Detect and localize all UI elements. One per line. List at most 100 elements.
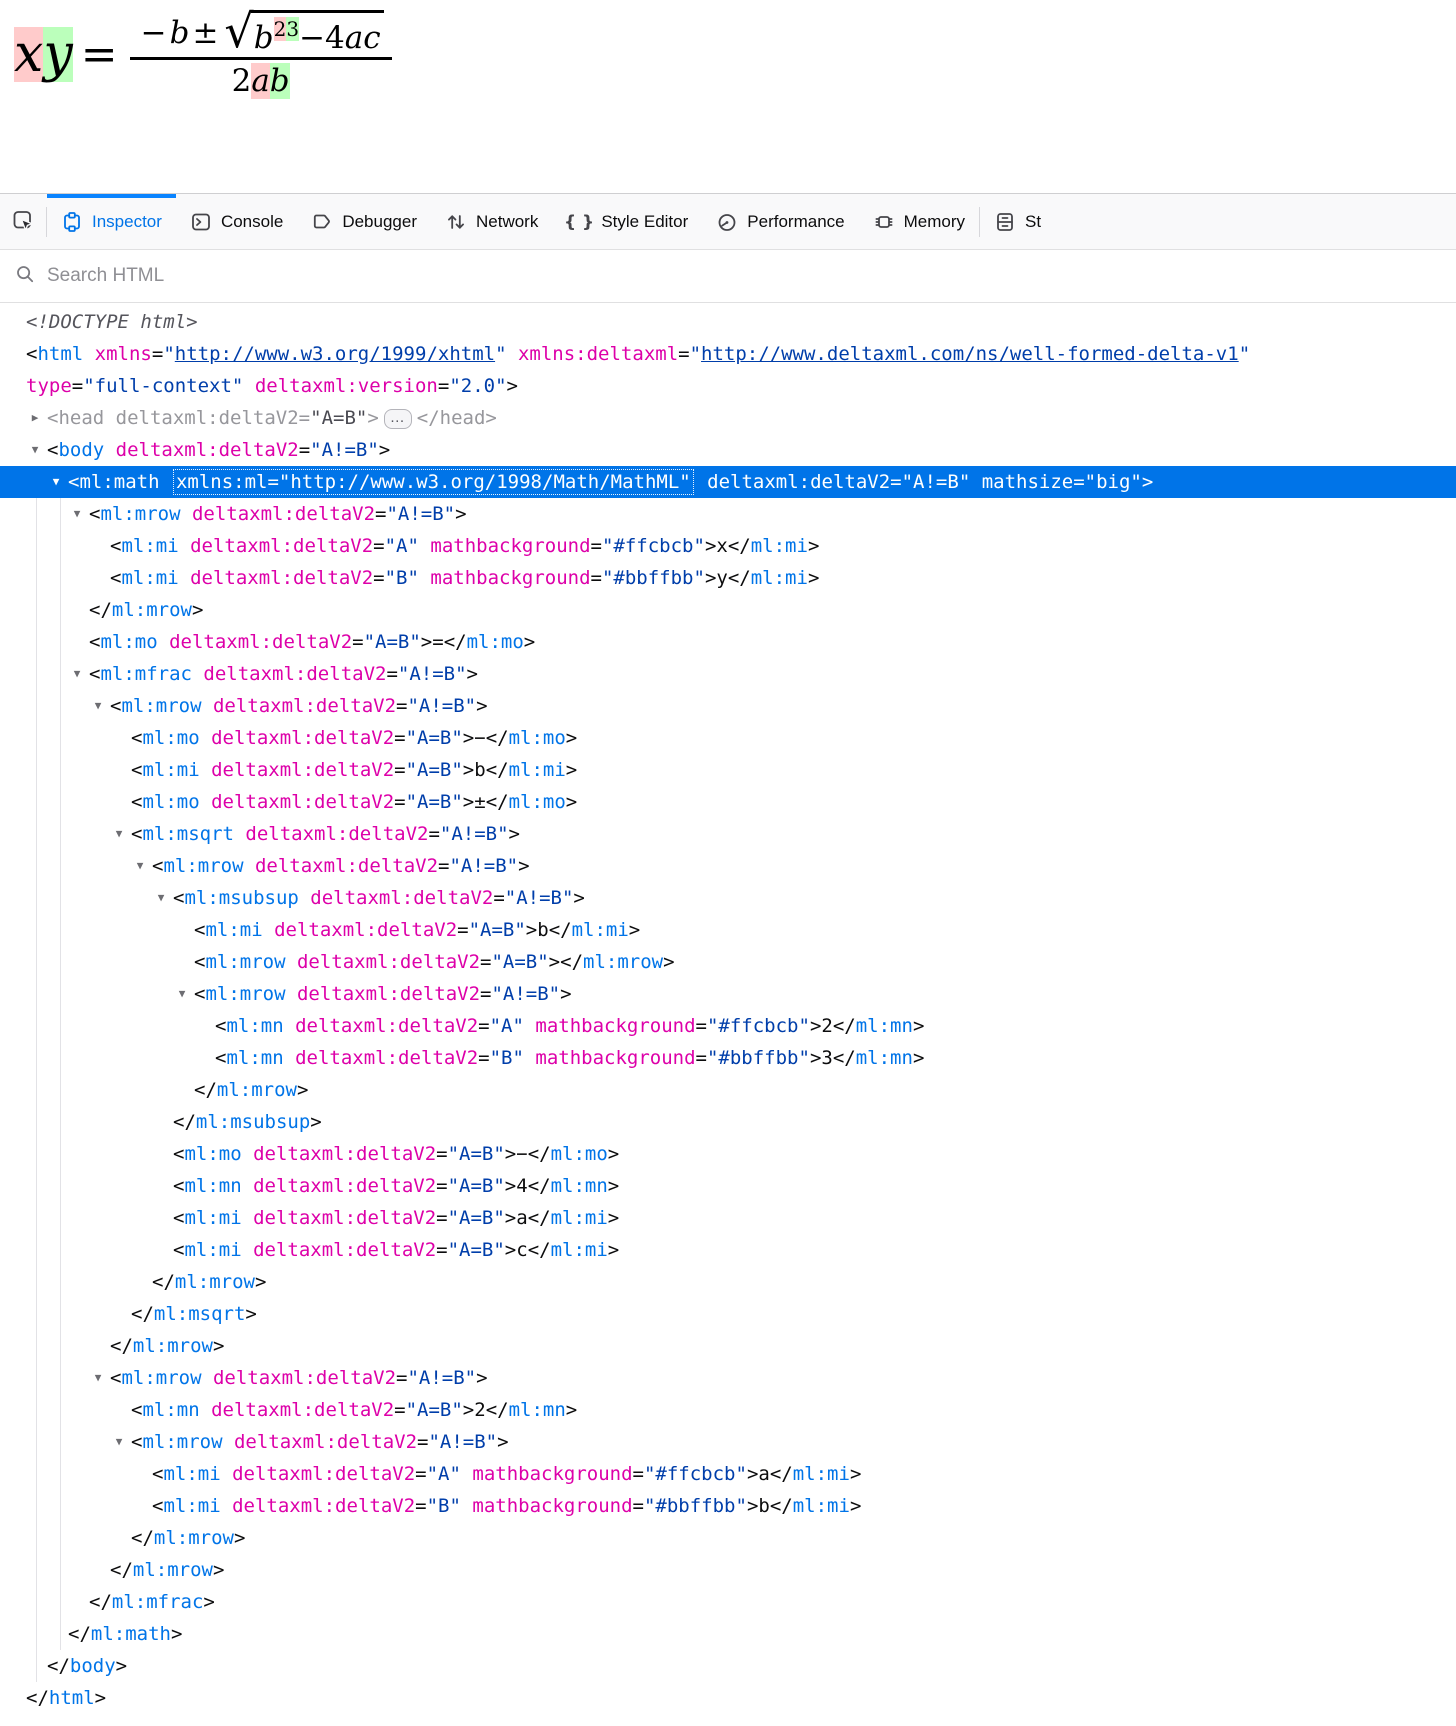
tab-console[interactable]: Console xyxy=(176,194,297,249)
code-segment: > xyxy=(663,951,674,973)
code-segment: ml:mrow xyxy=(205,983,285,1005)
markup-line[interactable]: <ml:mo deltaxml:deltaV2="A=B">−</ml:mo> xyxy=(0,1138,1456,1170)
markup-line[interactable]: <ml:mrow deltaxml:deltaV2="A=B"></ml:mro… xyxy=(0,946,1456,978)
superscript: 23 xyxy=(274,17,299,41)
markup-line[interactable]: </body> xyxy=(0,1650,1456,1682)
markup-line[interactable]: </ml:mrow> xyxy=(0,1074,1456,1106)
markup-line[interactable]: ▼<ml:msqrt deltaxml:deltaV2="A!=B"> xyxy=(0,818,1456,850)
formula-denominator: 2ab xyxy=(232,60,290,99)
collapse-arrow-icon[interactable]: ▼ xyxy=(152,882,170,914)
collapse-arrow-icon[interactable]: ▼ xyxy=(68,498,86,530)
code-segment: = xyxy=(633,1463,644,1485)
markup-line[interactable]: ▼<ml:mrow deltaxml:deltaV2="A!=B"> xyxy=(0,850,1456,882)
code-segment: = xyxy=(480,983,491,1005)
tab-performance[interactable]: Performance xyxy=(702,194,858,249)
markup-line[interactable]: </ml:mrow> xyxy=(0,1266,1456,1298)
markup-line[interactable]: <ml:mn deltaxml:deltaV2="A" mathbackgrou… xyxy=(0,1010,1456,1042)
markup-line[interactable]: </html> xyxy=(0,1682,1456,1714)
markup-line[interactable]: <ml:mo deltaxml:deltaV2="A=B">=</ml:mo> xyxy=(0,626,1456,658)
markup-line[interactable]: ▼<ml:mrow deltaxml:deltaV2="A!=B"> xyxy=(0,1426,1456,1458)
code-segment: "B" xyxy=(427,1495,461,1517)
search-bar xyxy=(0,250,1456,303)
markup-line[interactable]: <ml:mi deltaxml:deltaV2="A=B">c</ml:mi> xyxy=(0,1234,1456,1266)
code-segment: = xyxy=(478,1015,489,1037)
tab-debugger[interactable]: Debugger xyxy=(297,194,431,249)
markup-line[interactable]: <ml:mi deltaxml:deltaV2="A" mathbackgrou… xyxy=(0,530,1456,562)
code-segment: ml:mi xyxy=(142,759,199,781)
code-segment: deltaxml:deltaV2 xyxy=(211,1399,394,1421)
code-segment: y xyxy=(716,567,727,589)
markup-line[interactable]: </ml:msqrt> xyxy=(0,1298,1456,1330)
code-segment: < xyxy=(131,759,142,781)
markup-line[interactable]: <ml:mn deltaxml:deltaV2="A=B">2</ml:mn> xyxy=(0,1394,1456,1426)
markup-line[interactable]: <ml:mi deltaxml:deltaV2="A=B">b</ml:mi> xyxy=(0,914,1456,946)
search-input[interactable] xyxy=(45,264,1441,288)
network-icon xyxy=(445,211,467,233)
markup-line[interactable]: </ml:mfrac> xyxy=(0,1586,1456,1618)
tab-style-editor[interactable]: { }Style Editor xyxy=(552,194,702,249)
markup-line[interactable]: ▼<ml:mrow deltaxml:deltaV2="A!=B"> xyxy=(0,978,1456,1010)
markup-line[interactable]: <ml:mi deltaxml:deltaV2="A" mathbackgrou… xyxy=(0,1458,1456,1490)
markup-line[interactable]: <ml:mi deltaxml:deltaV2="B" mathbackgrou… xyxy=(0,1490,1456,1522)
collapse-arrow-icon[interactable]: ▼ xyxy=(68,658,86,690)
markup-line[interactable]: </ml:mrow> xyxy=(0,1522,1456,1554)
tab-st[interactable]: St xyxy=(980,194,1055,249)
markup-line[interactable]: </ml:mrow> xyxy=(0,594,1456,626)
markup-line[interactable]: <ml:mn deltaxml:deltaV2="A=B">4</ml:mn> xyxy=(0,1170,1456,1202)
expand-arrow-icon[interactable]: ▶ xyxy=(26,402,44,434)
markup-line[interactable]: ▶<head deltaxml:deltaV2="A=B">…</head> xyxy=(0,402,1456,434)
code-segment: = xyxy=(386,663,397,685)
markup-line[interactable]: <ml:mi deltaxml:deltaV2="A=B">b</ml:mi> xyxy=(0,754,1456,786)
code-segment xyxy=(104,439,115,461)
collapse-arrow-icon[interactable]: ▼ xyxy=(89,690,107,722)
ellipsis-badge[interactable]: … xyxy=(384,409,412,429)
collapse-arrow-icon[interactable]: ▼ xyxy=(26,434,44,466)
collapse-arrow-icon[interactable]: ▼ xyxy=(131,850,149,882)
markup-line[interactable]: ▼<ml:mrow deltaxml:deltaV2="A!=B"> xyxy=(0,690,1456,722)
markup-line[interactable]: ▼<ml:mfrac deltaxml:deltaV2="A!=B"> xyxy=(0,658,1456,690)
markup-line[interactable]: ▼<body deltaxml:deltaV2="A!=B"> xyxy=(0,434,1456,466)
code-segment: </ xyxy=(833,1015,856,1037)
code-segment: > xyxy=(913,1015,924,1037)
tab-inspector[interactable]: Inspector xyxy=(47,194,176,249)
denominator-b: b xyxy=(270,63,290,99)
radicand-4: 4 xyxy=(325,20,345,56)
markup-line[interactable]: <ml:mo deltaxml:deltaV2="A=B">−</ml:mo> xyxy=(0,722,1456,754)
node-picker-icon[interactable] xyxy=(0,194,46,249)
collapse-arrow-icon[interactable]: ▼ xyxy=(47,466,65,498)
code-segment: > xyxy=(808,567,819,589)
code-segment: mathbackground xyxy=(535,1047,695,1069)
markup-line[interactable]: </ml:math> xyxy=(0,1618,1456,1650)
markup-line[interactable]: <html xmlns="http://www.w3.org/1999/xhtm… xyxy=(0,338,1456,370)
markup-line[interactable]: type="full-context" deltaxml:version="2.… xyxy=(0,370,1456,402)
code-segment: = xyxy=(396,695,407,717)
code-segment: < xyxy=(173,1239,184,1261)
code-segment: = xyxy=(394,759,405,781)
markup-line[interactable]: <ml:mi deltaxml:deltaV2="A=B">a</ml:mi> xyxy=(0,1202,1456,1234)
code-segment: = xyxy=(436,1175,447,1197)
markup-line[interactable]: <!DOCTYPE html> xyxy=(0,306,1456,338)
markup-line[interactable]: ▼<ml:msubsup deltaxml:deltaV2="A!=B"> xyxy=(0,882,1456,914)
tab-memory[interactable]: Memory xyxy=(859,194,979,249)
code-segment: < xyxy=(131,727,142,749)
radicand-minus: − xyxy=(299,20,325,56)
code-segment: > xyxy=(808,535,819,557)
markup-line[interactable]: <ml:mo deltaxml:deltaV2="A=B">±</ml:mo> xyxy=(0,786,1456,818)
tab-network[interactable]: Network xyxy=(431,194,552,249)
markup-line[interactable]: </ml:msubsup> xyxy=(0,1106,1456,1138)
markup-line[interactable]: </ml:mrow> xyxy=(0,1554,1456,1586)
collapse-arrow-icon[interactable]: ▼ xyxy=(110,1426,128,1458)
collapse-arrow-icon[interactable]: ▼ xyxy=(110,818,128,850)
code-segment: "A!=B" xyxy=(310,439,379,461)
collapse-arrow-icon[interactable]: ▼ xyxy=(89,1362,107,1394)
markup-line[interactable]: ▼<ml:mrow deltaxml:deltaV2="A!=B"> xyxy=(0,1362,1456,1394)
markup-line[interactable]: </ml:mrow> xyxy=(0,1330,1456,1362)
collapse-arrow-icon[interactable]: ▼ xyxy=(173,978,191,1010)
code-segment: < xyxy=(47,439,58,461)
markup-line-selected[interactable]: ▼<ml:math xmlns:ml="http://www.w3.org/19… xyxy=(0,466,1456,498)
markup-line[interactable]: ▼<ml:mrow deltaxml:deltaV2="A!=B"> xyxy=(0,498,1456,530)
markup-line[interactable]: <ml:mi deltaxml:deltaV2="B" mathbackgrou… xyxy=(0,562,1456,594)
code-segment: ml:mi xyxy=(793,1495,850,1517)
code-segment: </ xyxy=(560,951,583,973)
markup-line[interactable]: <ml:mn deltaxml:deltaV2="B" mathbackgrou… xyxy=(0,1042,1456,1074)
